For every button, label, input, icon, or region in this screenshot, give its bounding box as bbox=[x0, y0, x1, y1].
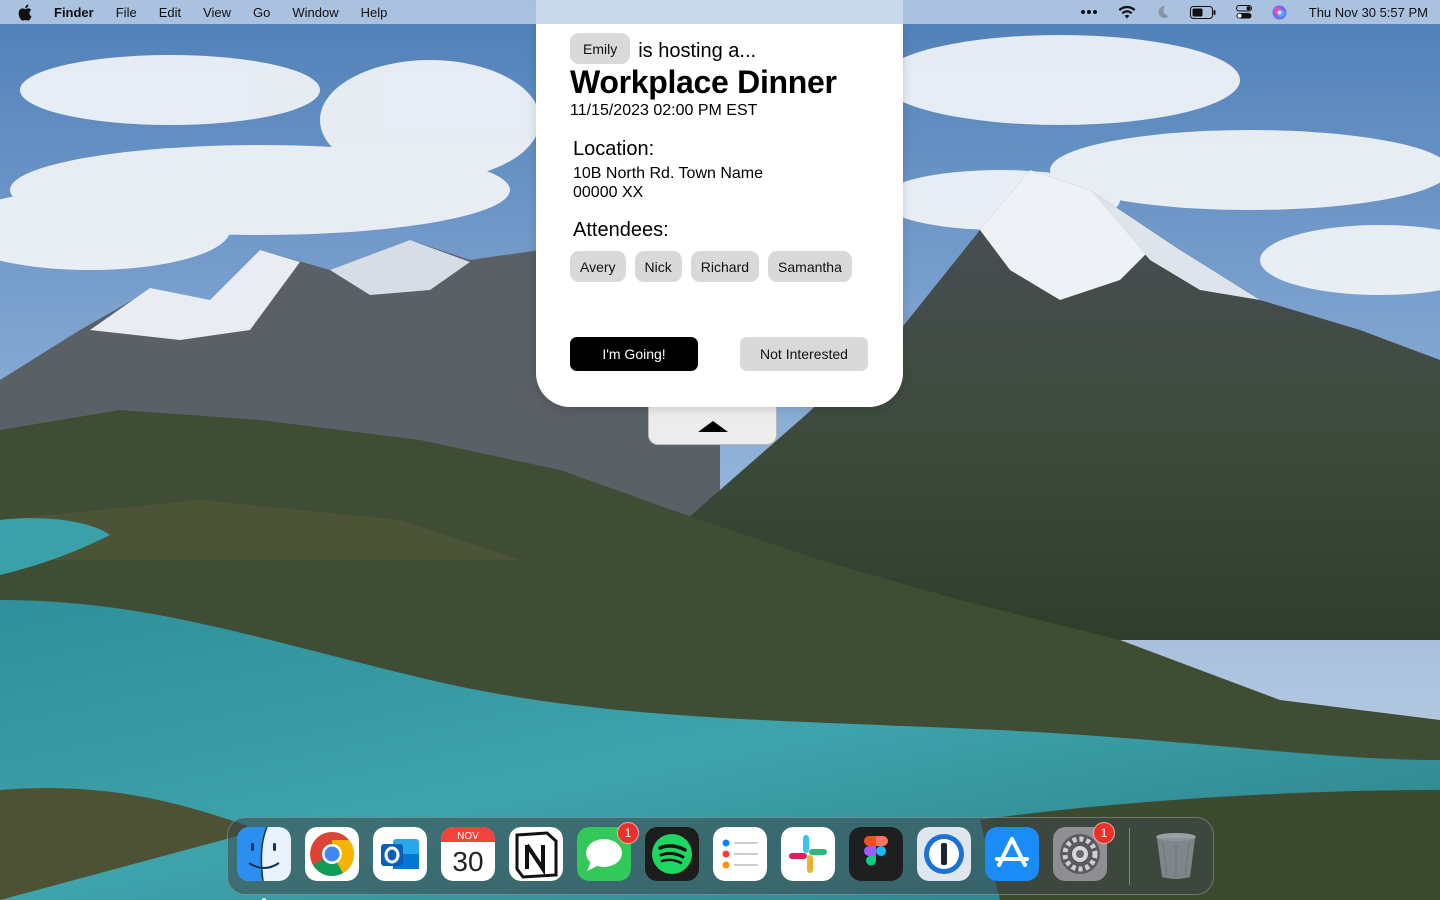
dock: NOV 30 1 1 bbox=[227, 817, 1214, 900]
host-row: Emily is hosting a... bbox=[570, 33, 756, 64]
dock-outlook[interactable] bbox=[373, 827, 427, 881]
dock-chrome[interactable] bbox=[305, 827, 359, 881]
dock-messages[interactable]: 1 bbox=[577, 822, 639, 881]
attendee-pill: Samantha bbox=[768, 251, 852, 282]
calendar-day-label: 30 bbox=[452, 846, 483, 877]
dock-spotify[interactable] bbox=[645, 827, 699, 881]
location-heading: Location: bbox=[573, 138, 655, 160]
event-title: Workplace Dinner bbox=[570, 64, 837, 100]
dock-slack[interactable] bbox=[781, 827, 835, 881]
finder-icon bbox=[237, 827, 291, 881]
dock-notion[interactable] bbox=[509, 827, 563, 881]
dock-trash[interactable] bbox=[1149, 827, 1203, 881]
menu-view[interactable]: View bbox=[203, 5, 231, 20]
calendar-icon: NOV 30 bbox=[441, 827, 495, 881]
notification-badge: 1 bbox=[1093, 822, 1115, 844]
menubar-clock[interactable]: Thu Nov 30 5:57 PM bbox=[1309, 5, 1428, 20]
figma-icon bbox=[849, 827, 903, 881]
spotify-icon bbox=[645, 827, 699, 881]
menu-edit[interactable]: Edit bbox=[159, 5, 181, 20]
dock-reminders[interactable] bbox=[713, 827, 767, 881]
attendee-pill: Richard bbox=[690, 251, 760, 282]
apple-menu-icon[interactable] bbox=[18, 3, 34, 21]
menu-help[interactable]: Help bbox=[361, 5, 388, 20]
reminders-icon bbox=[713, 827, 767, 881]
attendee-list: Avery Nick Richard Samantha bbox=[570, 251, 861, 282]
menu-app-name[interactable]: Finder bbox=[54, 5, 94, 20]
focus-moon-icon[interactable] bbox=[1156, 5, 1170, 19]
chrome-icon bbox=[305, 827, 359, 881]
menu-window[interactable]: Window bbox=[292, 5, 338, 20]
siri-icon[interactable] bbox=[1272, 5, 1287, 20]
im-going-button[interactable]: I'm Going! bbox=[570, 337, 698, 371]
notion-icon bbox=[509, 827, 563, 881]
attendees-heading: Attendees: bbox=[573, 219, 669, 241]
dock-app-store[interactable] bbox=[985, 827, 1039, 881]
trash-icon bbox=[1156, 833, 1196, 879]
location-address-line1: 10B North Rd. Town Name bbox=[573, 165, 764, 182]
notification-badge: 1 bbox=[617, 822, 639, 844]
slack-icon bbox=[781, 827, 835, 881]
menu-go[interactable]: Go bbox=[253, 5, 270, 20]
not-interested-button[interactable]: Not Interested bbox=[740, 337, 868, 371]
more-icon[interactable] bbox=[1080, 9, 1098, 15]
dock-1password[interactable] bbox=[917, 827, 971, 881]
wifi-icon[interactable] bbox=[1118, 5, 1136, 19]
caret-up-icon bbox=[697, 421, 728, 432]
app-store-icon bbox=[985, 827, 1039, 881]
event-datetime: 11/15/2023 02:00 PM EST bbox=[570, 102, 758, 119]
attendee-pill: Nick bbox=[634, 251, 682, 282]
event-invite-card: Emily is hosting a... Workplace Dinner 1… bbox=[536, 0, 903, 407]
battery-icon[interactable] bbox=[1189, 5, 1216, 19]
hosting-text: is hosting a... bbox=[638, 40, 757, 62]
host-name-pill: Emily bbox=[570, 33, 631, 64]
location-address-line2: 00000 XX bbox=[573, 184, 644, 201]
dock-divider bbox=[1129, 828, 1130, 885]
calendar-month-label: NOV bbox=[457, 831, 479, 842]
attendee-pill: Avery bbox=[570, 251, 626, 282]
dock-calendar[interactable]: NOV 30 bbox=[441, 827, 495, 881]
menu-file[interactable]: File bbox=[116, 5, 137, 20]
onepassword-icon bbox=[917, 827, 971, 881]
menu-bar: Finder File Edit View Go Window Help Thu… bbox=[0, 0, 1440, 24]
dock-figma[interactable] bbox=[849, 827, 903, 881]
dock-finder[interactable] bbox=[237, 827, 291, 900]
control-center-icon[interactable] bbox=[1235, 5, 1252, 19]
outlook-icon bbox=[373, 827, 427, 881]
dock-system-settings[interactable]: 1 bbox=[1053, 822, 1115, 881]
